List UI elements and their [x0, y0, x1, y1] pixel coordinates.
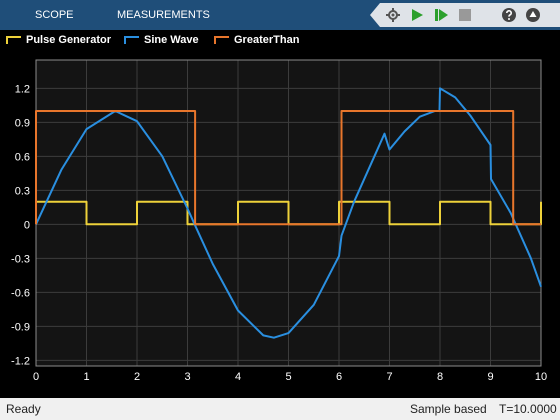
y-tick-label: 0.6: [15, 151, 30, 163]
y-tick-label: 0: [24, 219, 30, 231]
stop-icon[interactable]: [455, 5, 475, 25]
toolstrip: SCOPE MEASUREMENTS: [0, 0, 560, 30]
legend: Pulse Generator Sine Wave GreaterThan: [0, 30, 560, 50]
x-tick-label: 1: [83, 371, 89, 383]
legend-item-sine-wave[interactable]: Sine Wave: [124, 30, 199, 50]
status-text: Ready: [6, 402, 41, 416]
x-tick-label: 5: [285, 371, 291, 383]
x-tick-label: 8: [437, 371, 443, 383]
x-tick-label: 0: [33, 371, 39, 383]
x-tick-label: 9: [487, 371, 493, 383]
legend-label: Pulse Generator: [26, 34, 111, 46]
legend-label: Sine Wave: [144, 34, 199, 46]
scope-plot[interactable]: 0 1 2 3 4 5 6 7 8 9 10 -1.2 -0.9 -0.6 -0.3 0 0.3 0.6 0.9 1.…: [0, 50, 560, 398]
y-tick-label: 0.9: [15, 117, 30, 129]
simulation-time: T=10.0000: [499, 402, 557, 416]
legend-item-pulse-generator[interactable]: Pulse Generator: [6, 30, 111, 50]
tab-scope[interactable]: SCOPE: [35, 0, 74, 30]
x-tick-label: 4: [235, 371, 241, 383]
tab-measurements[interactable]: MEASUREMENTS: [117, 0, 210, 30]
legend-label: GreaterThan: [234, 34, 300, 46]
x-tick-label: 2: [134, 371, 140, 383]
y-tick-label: 0.3: [15, 185, 30, 197]
sample-mode-label: Sample based: [410, 402, 487, 416]
step-forward-icon[interactable]: [431, 5, 451, 25]
x-tick-label: 6: [336, 371, 342, 383]
status-bar: Ready Sample based T=10.0000: [0, 398, 560, 420]
x-tick-label: 3: [184, 371, 190, 383]
quick-access-toolbar: [370, 3, 560, 27]
run-icon[interactable]: [407, 5, 427, 25]
x-tick-label: 10: [535, 371, 547, 383]
y-tick-label: -1.2: [11, 355, 30, 367]
y-tick-label: -0.3: [11, 253, 30, 265]
y-tick-label: -0.9: [11, 321, 30, 333]
help-icon[interactable]: [499, 5, 519, 25]
x-tick-label: 7: [386, 371, 392, 383]
y-tick-label: 1.2: [15, 83, 30, 95]
y-tick-label: -0.6: [11, 287, 30, 299]
settings-icon[interactable]: [383, 5, 403, 25]
legend-item-greaterthan[interactable]: GreaterThan: [214, 30, 299, 50]
undock-icon[interactable]: [523, 5, 543, 25]
